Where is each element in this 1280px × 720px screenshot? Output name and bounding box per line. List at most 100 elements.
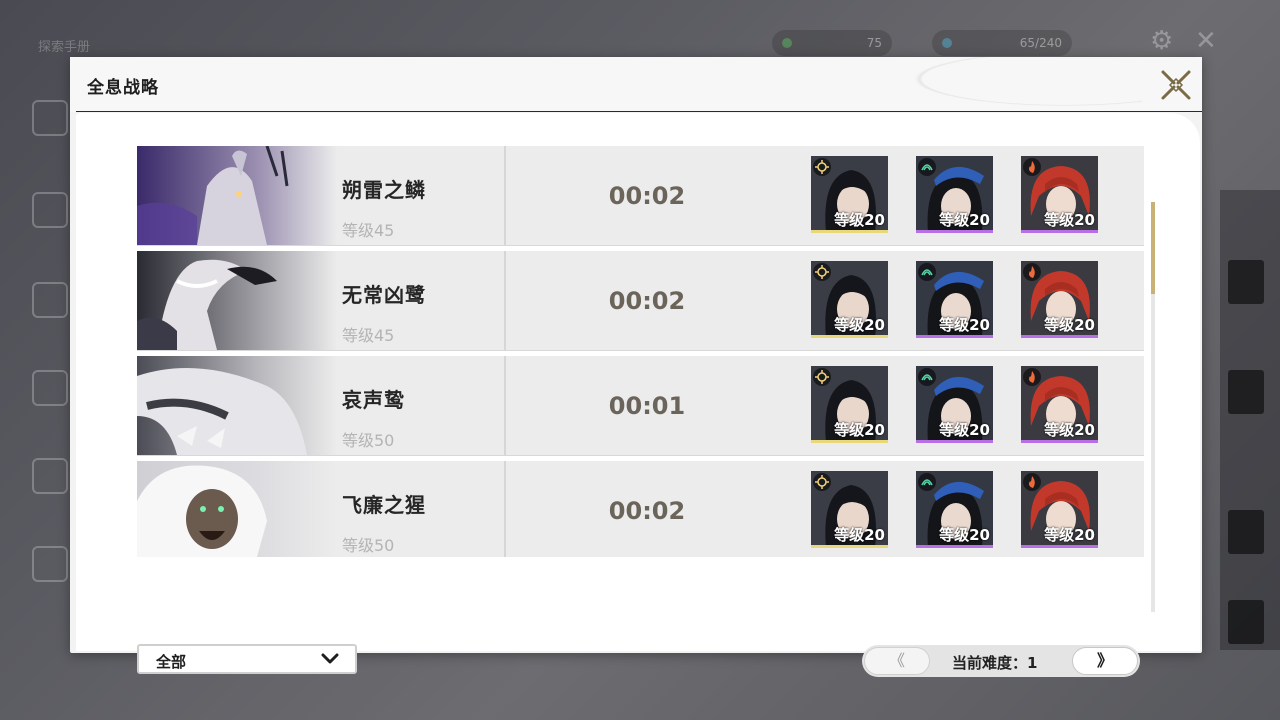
character-level: 等级20 <box>1044 421 1095 439</box>
currency-icon <box>942 38 952 48</box>
rarity-bar <box>811 335 888 338</box>
stamina-icon <box>782 38 792 48</box>
row-divider <box>504 356 506 455</box>
rarity-bar <box>916 230 993 233</box>
panel-title: 全息战略 <box>87 78 159 98</box>
close-icon <box>1161 70 1191 100</box>
fusion-element-icon <box>1023 158 1041 176</box>
boss-level: 等级45 <box>342 326 395 345</box>
rarity-bar <box>916 440 993 443</box>
rarity-bar <box>811 440 888 443</box>
team-member-1[interactable]: 等级20 <box>811 261 888 338</box>
boss-portrait <box>137 461 337 557</box>
rarity-bar <box>1021 440 1098 443</box>
clear-time: 00:01 <box>608 392 686 420</box>
next-difficulty-button[interactable]: 》 <box>1072 647 1138 675</box>
background-right-strip <box>1220 190 1280 650</box>
boss-name: 飞廉之猩 <box>342 493 426 517</box>
header-decoration <box>882 57 1142 112</box>
spectro-element-icon <box>813 263 831 281</box>
team-member-2[interactable]: 等级20 <box>916 156 993 233</box>
character-level: 等级20 <box>834 316 885 334</box>
fusion-element-icon <box>1023 473 1041 491</box>
team-member-3[interactable]: 等级20 <box>1021 261 1098 338</box>
team-member-2[interactable]: 等级20 <box>916 471 993 548</box>
team-member-3[interactable]: 等级20 <box>1021 471 1098 548</box>
previous-difficulty-button[interactable]: 《 <box>864 647 930 675</box>
team-member-2[interactable]: 等级20 <box>916 261 993 338</box>
boss-row[interactable]: 无常凶鹭 等级45 00:02 等级20 等级20 等级20 <box>137 251 1144 351</box>
holographic-strategy-panel: 全息战略 朔雷之鳞 等级45 00:02 等级20 等级20 等级20 无常凶鹭… <box>70 57 1202 677</box>
content-area: 朔雷之鳞 等级45 00:02 等级20 等级20 等级20 无常凶鹭 等级45… <box>76 113 1200 677</box>
strip-tile <box>1228 260 1264 304</box>
character-level: 等级20 <box>939 421 990 439</box>
rarity-bar <box>1021 545 1098 548</box>
boss-row[interactable]: 哀声鸷 等级50 00:01 等级20 等级20 等级20 <box>137 356 1144 456</box>
difficulty-value: 1 <box>1027 654 1038 672</box>
chevron-down-icon <box>321 653 339 664</box>
rarity-bar <box>811 545 888 548</box>
currency-value: 65/240 <box>1019 36 1062 50</box>
settings-icon: ⚙ <box>1150 26 1174 56</box>
scrollbar-thumb[interactable] <box>1151 202 1155 294</box>
panel-header: 全息战略 <box>70 57 1202 112</box>
rarity-bar <box>1021 335 1098 338</box>
clear-time: 00:02 <box>608 287 686 315</box>
strip-tile <box>1228 370 1264 414</box>
character-level: 等级20 <box>834 211 885 229</box>
rail-icon <box>32 546 68 582</box>
clear-time: 00:02 <box>608 182 686 210</box>
rarity-bar <box>916 545 993 548</box>
background-top-bar: 探索手册 75 65/240 ⚙ ✕ <box>0 0 1280 60</box>
aero-element-icon <box>918 473 936 491</box>
team-member-3[interactable]: 等级20 <box>1021 366 1098 443</box>
row-divider <box>504 461 506 557</box>
aero-element-icon <box>918 368 936 386</box>
stamina-value: 75 <box>866 36 882 50</box>
header-divider <box>76 111 1202 112</box>
filter-dropdown[interactable]: 全部 <box>137 644 357 674</box>
background-close-icon: ✕ <box>1195 26 1217 56</box>
difficulty-label: 当前难度：1 <box>952 652 1037 673</box>
boss-portrait <box>137 146 337 245</box>
close-button[interactable] <box>1159 68 1193 102</box>
stamina-counter: 75 <box>772 30 892 56</box>
team-member-1[interactable]: 等级20 <box>811 471 888 548</box>
team-member-1[interactable]: 等级20 <box>811 366 888 443</box>
boss-name: 朔雷之鳞 <box>342 178 426 202</box>
rarity-bar <box>811 230 888 233</box>
boss-name: 无常凶鹭 <box>342 283 426 307</box>
character-level: 等级20 <box>1044 316 1095 334</box>
difficulty-label-text: 当前难度： <box>952 654 1028 672</box>
boss-row[interactable]: 朔雷之鳞 等级45 00:02 等级20 等级20 等级20 <box>137 146 1144 246</box>
difficulty-pager: 《 当前难度：1 》 <box>862 645 1140 677</box>
rail-icon <box>32 100 68 136</box>
team-member-1[interactable]: 等级20 <box>811 156 888 233</box>
character-level: 等级20 <box>1044 526 1095 544</box>
background-title: 探索手册 <box>38 40 91 55</box>
aero-element-icon <box>918 158 936 176</box>
aero-element-icon <box>918 263 936 281</box>
row-divider <box>504 251 506 350</box>
boss-level: 等级50 <box>342 536 395 555</box>
character-level: 等级20 <box>834 526 885 544</box>
strip-tile <box>1228 600 1264 644</box>
character-level: 等级20 <box>939 316 990 334</box>
rail-icon <box>32 370 68 406</box>
boss-row[interactable]: 飞廉之猩 等级50 00:02 等级20 等级20 等级20 <box>137 461 1144 557</box>
character-level: 等级20 <box>939 526 990 544</box>
currency-counter: 65/240 <box>932 30 1072 56</box>
clear-time: 00:02 <box>608 497 686 525</box>
rail-icon <box>32 282 68 318</box>
rarity-bar <box>1021 230 1098 233</box>
filter-selected-value: 全部 <box>156 653 187 671</box>
team-member-2[interactable]: 等级20 <box>916 366 993 443</box>
spectro-element-icon <box>813 368 831 386</box>
boss-portrait <box>137 251 337 350</box>
rail-icon <box>32 458 68 494</box>
boss-portrait <box>137 356 337 455</box>
background-left-rail <box>0 80 70 640</box>
boss-level: 等级50 <box>342 431 395 450</box>
team-member-3[interactable]: 等级20 <box>1021 156 1098 233</box>
rarity-bar <box>916 335 993 338</box>
